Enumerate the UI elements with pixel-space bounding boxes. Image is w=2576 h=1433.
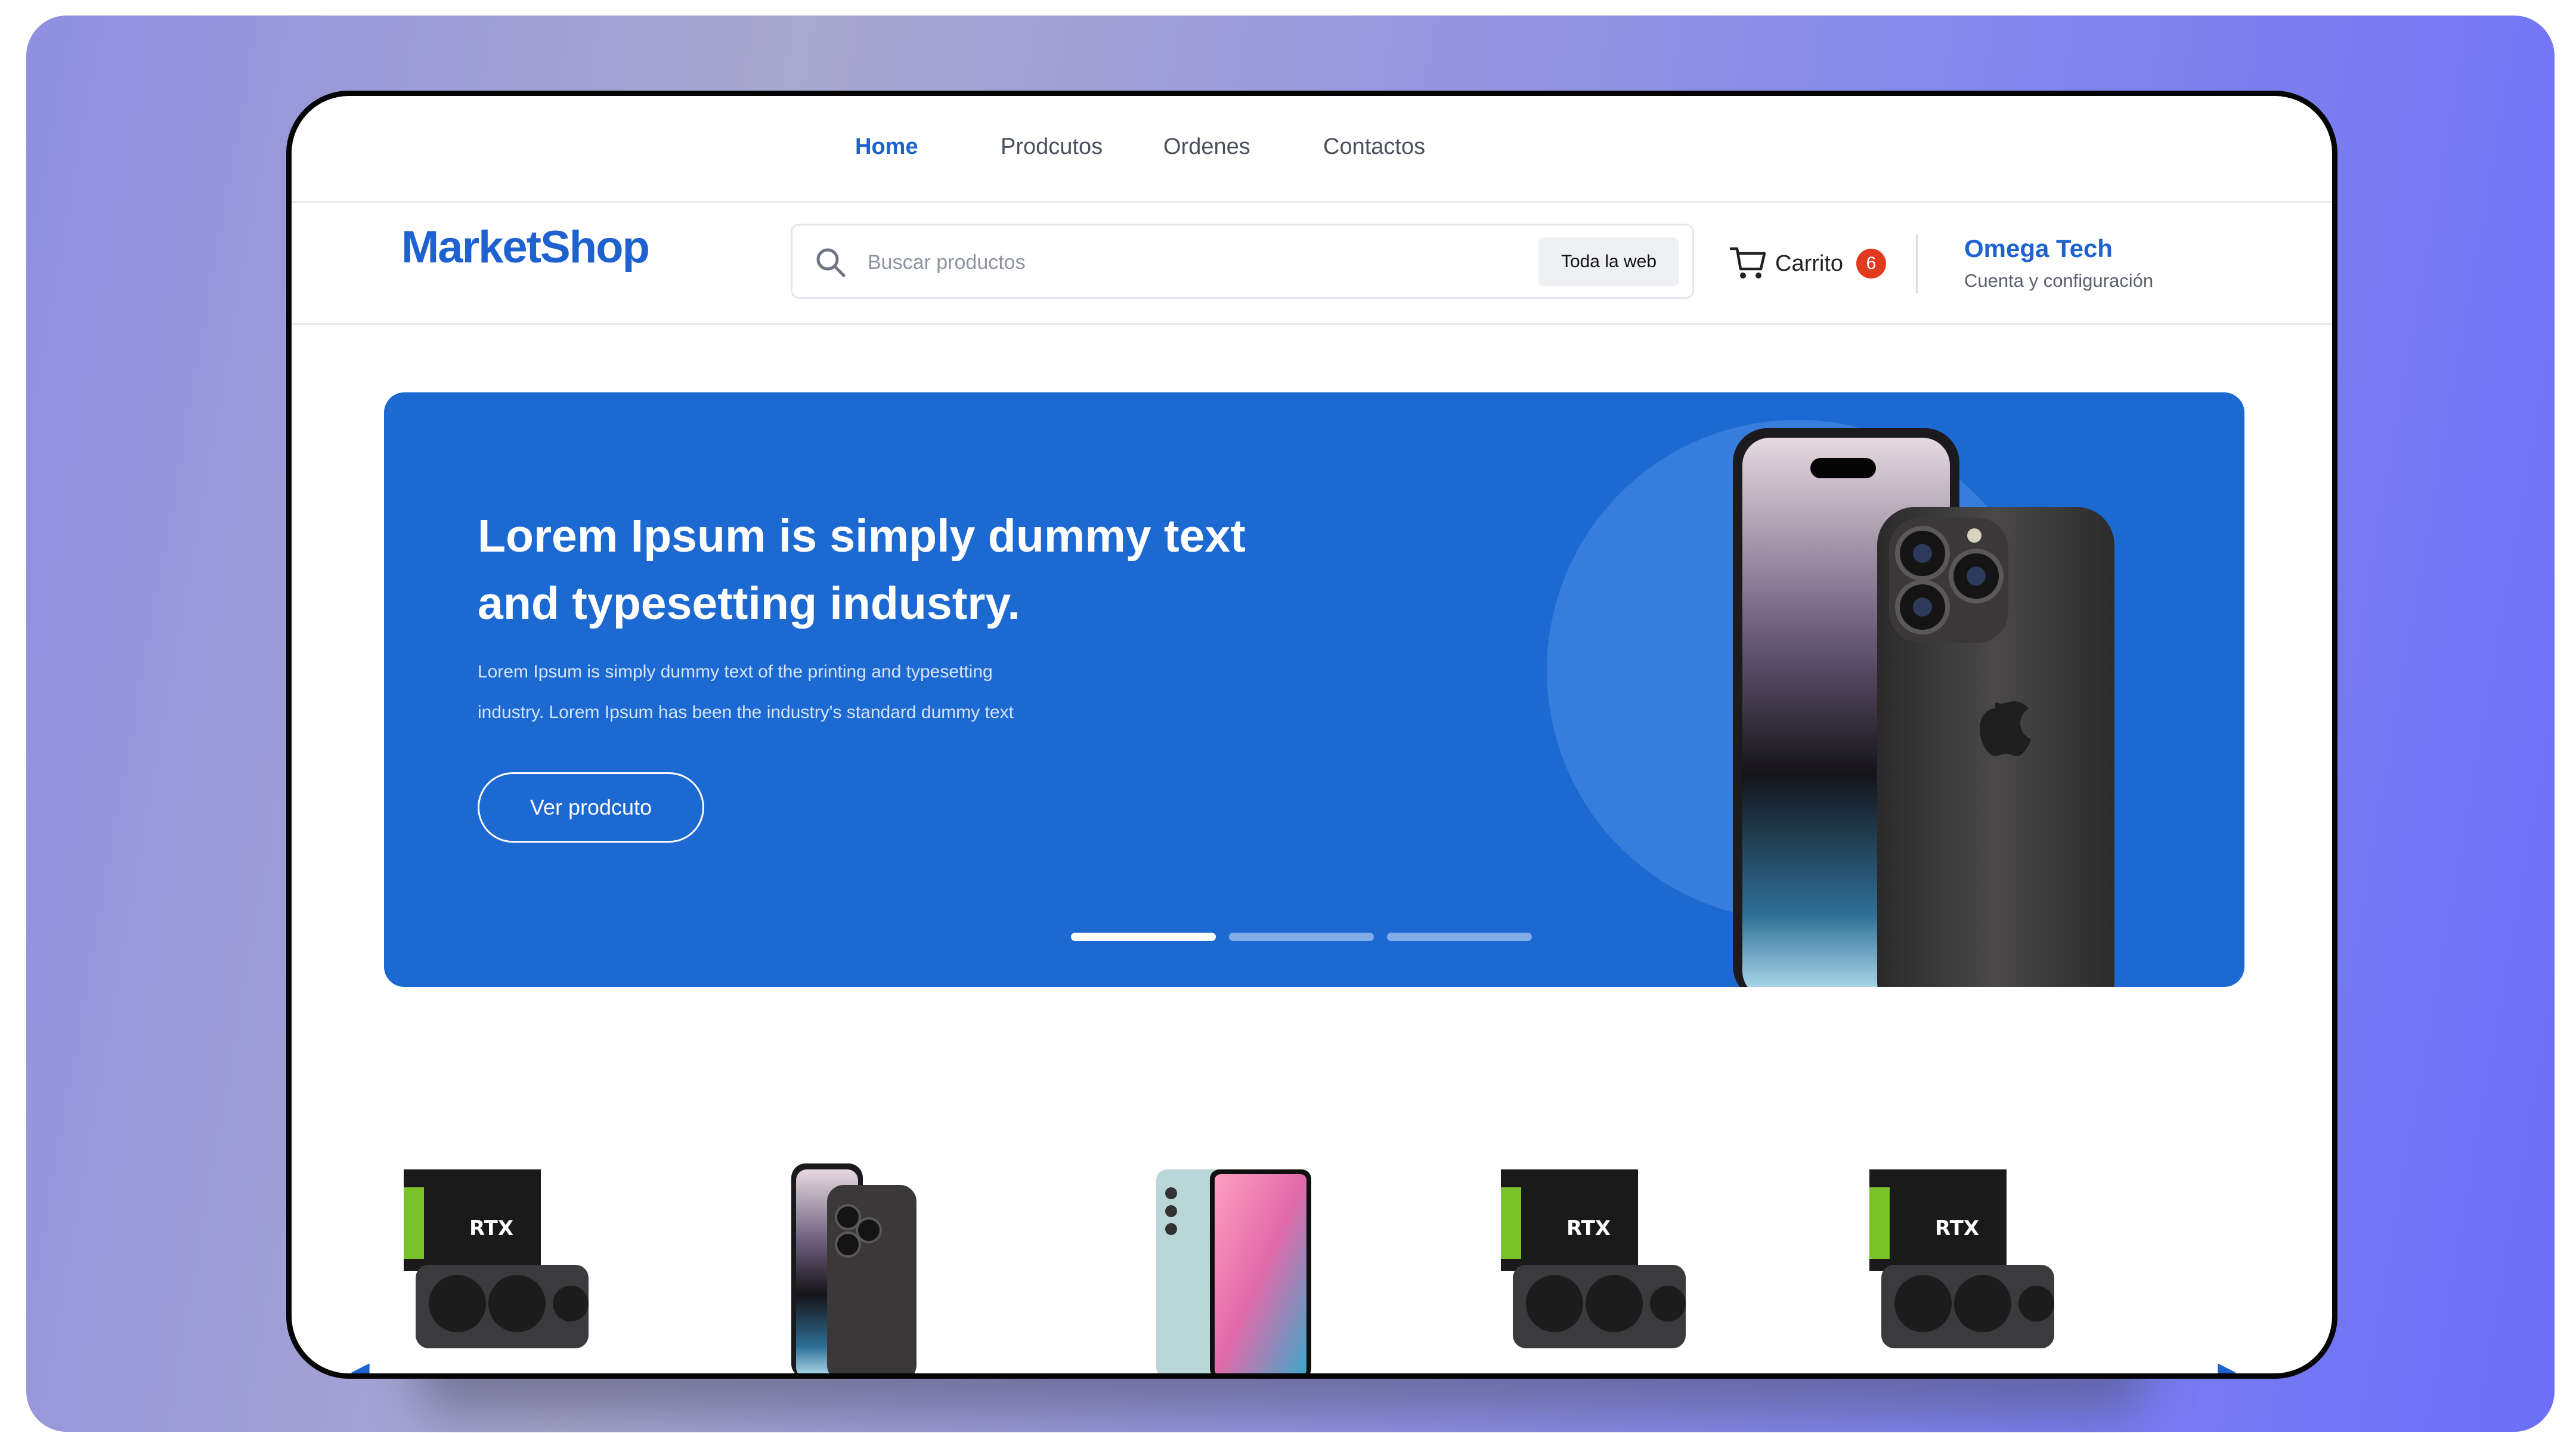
svg-text:RTX: RTX xyxy=(1935,1217,1979,1240)
product-card-graphics-card[interactable]: RTX xyxy=(398,1163,595,1378)
svg-text:RTX: RTX xyxy=(469,1217,513,1240)
site-logo[interactable]: MarketShop xyxy=(401,221,650,273)
product-card-phone-dark[interactable] xyxy=(785,1163,917,1378)
cart-count-badge: 6 xyxy=(1856,249,1886,278)
account-settings-link[interactable]: Cuenta y configuración xyxy=(1964,270,2153,292)
hero-phone-image xyxy=(1733,428,2114,987)
nav-contactos[interactable]: Contactos xyxy=(1323,134,1425,160)
search-bar: Toda la web xyxy=(791,224,1694,299)
carousel-dot-1[interactable] xyxy=(1071,933,1216,941)
svg-text:RTX: RTX xyxy=(1566,1217,1611,1240)
product-card-phone-light[interactable] xyxy=(1150,1163,1317,1378)
carousel-dot-2[interactable] xyxy=(1229,933,1374,941)
hero-description-line-1: Lorem Ipsum is simply dummy text of the … xyxy=(478,662,993,682)
top-navigation: Home Prodcutos Ordenes Contactos xyxy=(292,96,2332,203)
carousel-indicators xyxy=(1071,933,1532,941)
hero-title: Lorem Ipsum is simply dummy text and typ… xyxy=(478,503,1312,637)
hero-title-line-2: and typesetting industry. xyxy=(478,578,1020,629)
nav-home[interactable]: Home xyxy=(855,134,918,160)
cart-label: Carrito xyxy=(1775,251,1844,276)
product-carousel: RTX RTX RTX xyxy=(292,1163,2332,1378)
carousel-prev-icon[interactable]: ◀ xyxy=(351,1357,370,1373)
account-name[interactable]: Omega Tech xyxy=(1964,234,2113,263)
browser-mockup-frame: Home Prodcutos Ordenes Contactos MarketS… xyxy=(286,91,2337,1379)
header-divider xyxy=(1916,234,1918,293)
search-input[interactable] xyxy=(866,243,1525,281)
hero-description-line-2: industry. Lorem Ipsum has been the indus… xyxy=(478,702,1014,722)
search-scope-button[interactable]: Toda la web xyxy=(1538,237,1679,286)
nav-productos[interactable]: Prodcutos xyxy=(1001,134,1103,160)
carousel-dot-3[interactable] xyxy=(1387,933,1532,941)
carousel-next-icon[interactable]: ▶ xyxy=(2218,1357,2236,1373)
hero-description: Lorem Ipsum is simply dummy text of the … xyxy=(478,652,1104,733)
cart-icon xyxy=(1729,247,1766,278)
hero-title-line-1: Lorem Ipsum is simply dummy text xyxy=(478,510,1246,562)
view-product-button[interactable]: Ver prodcuto xyxy=(478,772,704,843)
product-card-graphics-card-3[interactable]: RTX xyxy=(1863,1163,2060,1378)
hero-banner: Lorem Ipsum is simply dummy text and typ… xyxy=(384,392,2244,987)
product-card-graphics-card-2[interactable]: RTX xyxy=(1495,1163,1692,1378)
search-icon[interactable] xyxy=(814,246,847,279)
nav-ordenes[interactable]: Ordenes xyxy=(1163,134,1250,160)
